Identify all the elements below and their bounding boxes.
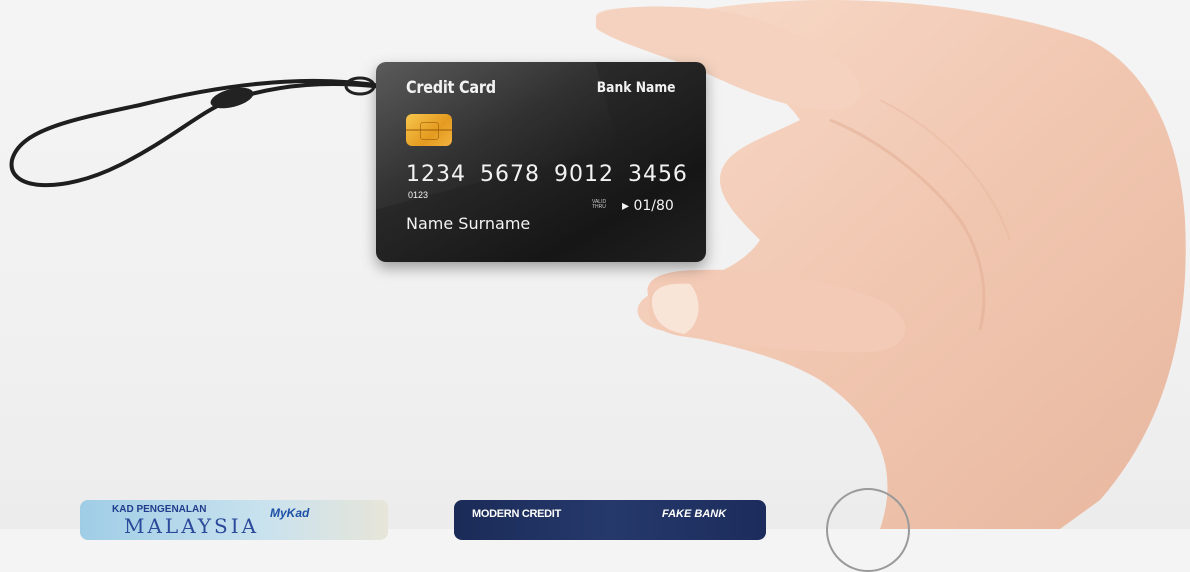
card-holder: Name Surname bbox=[406, 214, 531, 233]
lanyard-cord bbox=[9, 78, 393, 188]
thumbnail-credit-card[interactable]: MODERN CREDIT FAKE BANK bbox=[454, 500, 766, 540]
keyring-thumbnail[interactable] bbox=[826, 488, 910, 572]
valid-thru-label: VALID THRU bbox=[592, 199, 607, 210]
card-number: 1234 5678 9012 3456 bbox=[406, 162, 688, 187]
card-expiry: ▸ 01/80 bbox=[622, 198, 674, 214]
credit-card: Credit Card Bank Name 1234 5678 9012 345… bbox=[376, 62, 706, 262]
thumbnail-label: FAKE BANK bbox=[662, 508, 727, 520]
bank-name: Bank Name bbox=[597, 80, 676, 96]
card-title: Credit Card bbox=[406, 78, 496, 98]
thumbnail-label: MALAYSIA bbox=[124, 514, 260, 538]
card-small-number: 0123 bbox=[408, 190, 429, 200]
thumbnail-mykad[interactable]: KAD PENGENALAN MyKad MALAYSIA bbox=[80, 500, 388, 540]
product-photo: Credit Card Bank Name 1234 5678 9012 345… bbox=[0, 0, 1190, 572]
thumbnail-label: MODERN CREDIT bbox=[472, 508, 561, 520]
thumbnail-label: MyKad bbox=[270, 506, 310, 520]
chip-icon bbox=[406, 114, 452, 146]
